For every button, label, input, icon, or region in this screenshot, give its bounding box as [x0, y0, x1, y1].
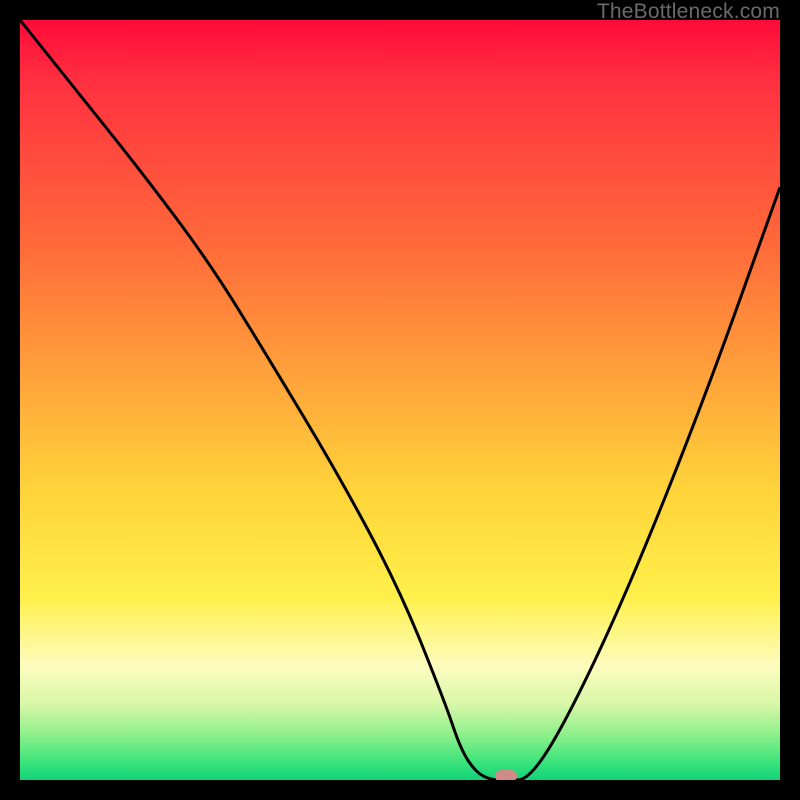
curve-svg	[20, 20, 780, 780]
optimal-marker	[495, 770, 517, 780]
curve-line	[20, 20, 780, 780]
plot-area	[20, 20, 780, 780]
chart-stage: TheBottleneck.com	[0, 0, 800, 800]
